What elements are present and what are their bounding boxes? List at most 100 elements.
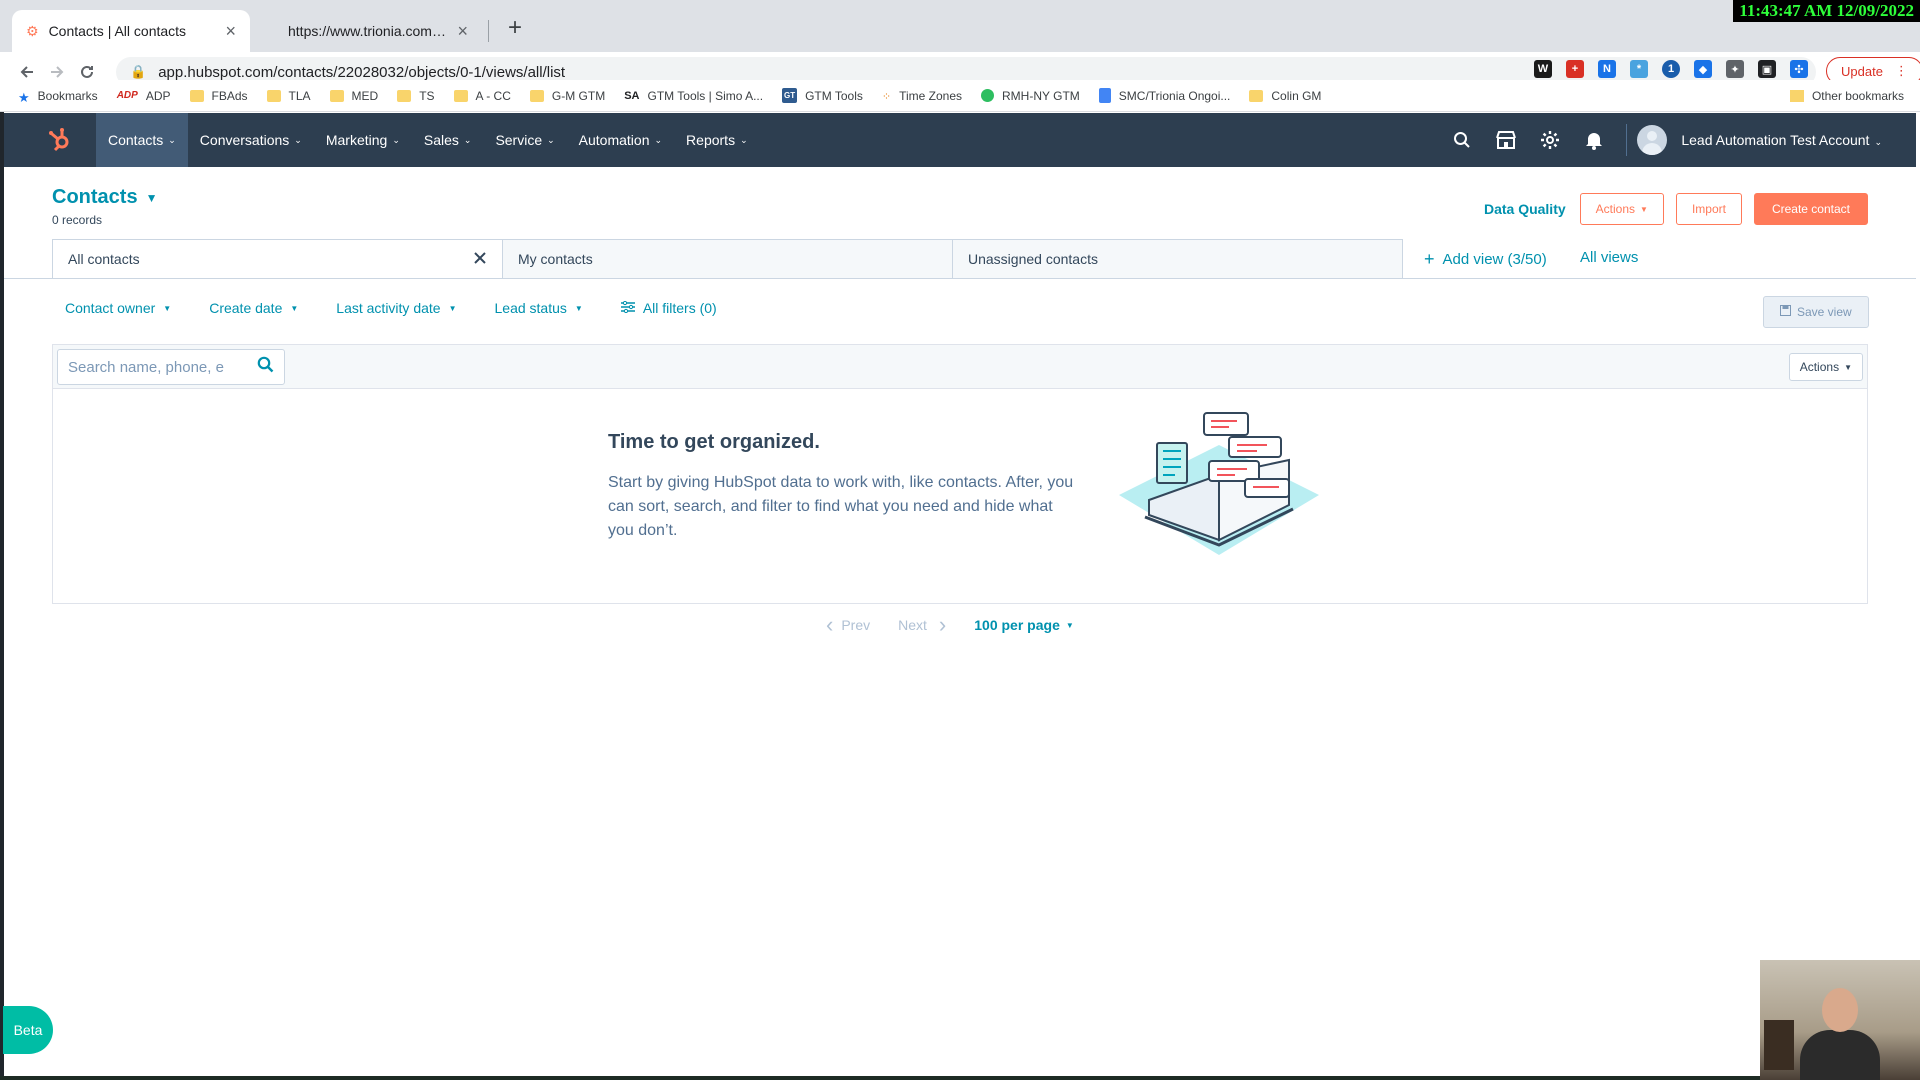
- per-page-select[interactable]: 100 per page ▼: [974, 617, 1074, 633]
- nav-marketing[interactable]: Marketing ⌄: [314, 113, 412, 167]
- all-filters-button[interactable]: All filters (0): [620, 300, 717, 316]
- filter-lead-status[interactable]: Lead status ▼: [495, 300, 583, 316]
- filter-last-activity-date[interactable]: Last activity date ▼: [336, 300, 456, 316]
- puzzle-extensions-icon[interactable]: ✦: [1726, 60, 1744, 78]
- back-arrow-icon: [20, 66, 33, 78]
- chevron-right-icon: ›: [938, 612, 947, 637]
- dots-icon: ⁘: [881, 90, 892, 103]
- nav-sales[interactable]: Sales ⌄: [412, 113, 484, 167]
- next-page-button[interactable]: Next ›: [898, 612, 946, 638]
- folder-icon: [266, 89, 281, 102]
- nav-automation[interactable]: Automation ⌄: [567, 113, 674, 167]
- chevron-down-icon: ⌄: [392, 134, 400, 145]
- tab-label: My contacts: [518, 251, 593, 267]
- chevron-down-icon: ⌄: [547, 134, 555, 145]
- chevron-down-icon: ⌄: [463, 134, 472, 145]
- per-page-label: 100 per page: [974, 617, 1060, 633]
- webcam-person-body: [1800, 1030, 1880, 1080]
- prev-page-button[interactable]: ‹ Prev: [826, 612, 870, 638]
- nav-label: Automation: [578, 132, 650, 148]
- data-quality-link[interactable]: Data Quality: [1484, 201, 1566, 217]
- actions-button[interactable]: Actions ▼: [1579, 193, 1664, 225]
- nav-reports[interactable]: Reports ⌄: [674, 113, 760, 167]
- side-panel-icon[interactable]: ▣: [1758, 60, 1776, 78]
- bookmark-item[interactable]: G-M GTM: [529, 89, 605, 103]
- add-view-button[interactable]: + Add view (3/50): [1424, 249, 1547, 270]
- bookmark-label: Time Zones: [899, 88, 963, 103]
- close-tab-icon[interactable]: ×: [225, 21, 236, 42]
- account-menu[interactable]: Lead Automation Test Account ⌄: [1681, 132, 1882, 148]
- filter-contact-owner[interactable]: Contact owner ▼: [65, 300, 171, 316]
- bookmark-item[interactable]: TLA: [266, 89, 311, 103]
- all-views-link[interactable]: All views: [1580, 249, 1638, 266]
- hubspot-logo-icon[interactable]: [38, 118, 82, 162]
- folder-icon: [189, 89, 204, 102]
- filter-label: All filters (0): [642, 300, 717, 316]
- bell-icon[interactable]: [1583, 129, 1605, 151]
- add-view-label: Add view (3/50): [1442, 251, 1547, 268]
- nav-label: Sales: [423, 132, 459, 148]
- tab-unassigned-contacts[interactable]: Unassigned contacts: [952, 239, 1403, 279]
- other-bookmarks[interactable]: Other bookmarks: [1789, 89, 1904, 103]
- nav-label: Conversations: [199, 132, 290, 148]
- tab-my-contacts[interactable]: My contacts: [502, 239, 953, 279]
- tab-label: All contacts: [68, 251, 140, 267]
- avatar[interactable]: [1637, 125, 1668, 155]
- page-title[interactable]: Contacts ▼: [52, 186, 157, 209]
- filter-create-date[interactable]: Create date ▼: [209, 300, 298, 316]
- search-icon[interactable]: [257, 356, 274, 378]
- bookmark-label: RMH-NY GTM: [1002, 88, 1080, 103]
- extension-icon[interactable]: *: [1630, 60, 1648, 78]
- bookmark-item[interactable]: ADP ADP: [117, 89, 171, 103]
- bookmark-item[interactable]: SMC/Trionia Ongoi...: [1098, 88, 1230, 103]
- save-view-button[interactable]: Save view: [1763, 296, 1869, 328]
- nav-conversations[interactable]: Conversations ⌄: [188, 113, 314, 167]
- new-tab-button[interactable]: +: [500, 13, 530, 43]
- filter-label: Last activity date: [336, 300, 441, 316]
- close-icon[interactable]: [473, 249, 487, 270]
- open-book-illustration-icon: [1119, 412, 1319, 555]
- bookmark-label: ADP: [145, 88, 171, 103]
- table-actions-button[interactable]: Actions ▼: [1788, 353, 1863, 381]
- bookmark-item[interactable]: GT GTM Tools: [782, 88, 863, 103]
- kebab-menu-icon: ⋮: [1894, 63, 1908, 78]
- nav-contacts[interactable]: Contacts ⌄: [96, 113, 188, 167]
- bookmark-item[interactable]: ⁘ Time Zones: [882, 89, 962, 103]
- extension-icon[interactable]: 1: [1662, 60, 1680, 78]
- bookmark-item[interactable]: RMH-NY GTM: [981, 89, 1080, 103]
- extension-icon[interactable]: +: [1566, 60, 1584, 78]
- bookmark-item[interactable]: Colin GM: [1249, 89, 1321, 103]
- bookmark-item[interactable]: A - CC: [453, 89, 511, 103]
- browser-tab-trionia[interactable]: https://www.trionia.com/medrio/ ×: [270, 10, 482, 52]
- search-icon[interactable]: [1451, 129, 1473, 151]
- marketplace-icon[interactable]: [1495, 129, 1517, 151]
- tab-all-contacts[interactable]: All contacts: [52, 239, 503, 279]
- import-button[interactable]: Import: [1675, 193, 1742, 225]
- bookmark-item[interactable]: ★ Bookmarks: [18, 89, 98, 105]
- caret-down-icon: ▼: [1640, 204, 1648, 214]
- extension-icon[interactable]: N: [1598, 60, 1616, 78]
- gear-icon[interactable]: [1539, 129, 1561, 151]
- header-actions: Data Quality Actions ▼ Import Create con…: [1484, 193, 1868, 225]
- folder-icon: [453, 89, 468, 102]
- chevron-left-icon: ‹: [826, 612, 834, 637]
- create-contact-button[interactable]: Create contact: [1753, 193, 1868, 225]
- nav-service[interactable]: Service ⌄: [483, 113, 566, 167]
- beta-button[interactable]: Beta: [3, 1006, 53, 1054]
- empty-state-text: Start by giving HubSpot data to work wit…: [608, 474, 1074, 539]
- bookmark-item[interactable]: TS: [397, 89, 435, 103]
- bookmark-item[interactable]: MED: [329, 89, 378, 103]
- bookmark-item[interactable]: SA GTM Tools | Simo A...: [624, 89, 763, 103]
- browser-tab-contacts[interactable]: ⚙ Contacts | All contacts ×: [12, 10, 250, 52]
- extension-icon[interactable]: ✣: [1790, 60, 1808, 78]
- nav-label: Marketing: [325, 132, 388, 148]
- extension-icon[interactable]: W: [1534, 60, 1552, 78]
- lock-icon: 🔒: [130, 64, 147, 79]
- next-label: Next: [898, 617, 927, 633]
- close-tab-icon[interactable]: ×: [457, 21, 468, 42]
- star-icon: ★: [18, 89, 30, 105]
- extension-icon[interactable]: ◆: [1694, 60, 1712, 78]
- search-input[interactable]: [68, 358, 257, 376]
- hubspot-favicon-icon: ⚙: [26, 22, 39, 39]
- bookmark-item[interactable]: FBAds: [189, 89, 248, 103]
